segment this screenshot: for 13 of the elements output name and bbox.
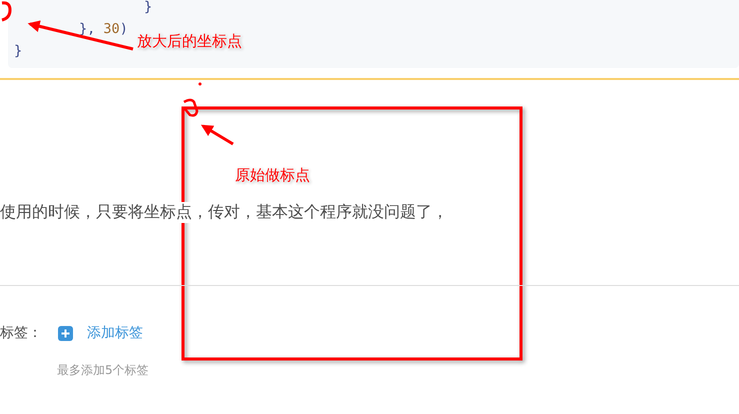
tag-label: 标签：	[0, 324, 42, 342]
add-tag-link[interactable]: 添加标签	[87, 324, 143, 342]
code-line: }	[14, 43, 22, 59]
code-line: }, 30)	[79, 21, 128, 37]
marker-dot	[198, 82, 202, 86]
annotation-label: 原始做标点	[235, 166, 310, 185]
scribble-mark	[183, 98, 198, 117]
annotation-label: 放大后的坐标点	[137, 32, 242, 51]
tag-hint: 最多添加5个标签	[57, 362, 149, 379]
pointer-arrow	[200, 124, 234, 146]
code-line: }	[144, 0, 152, 15]
add-icon[interactable]	[58, 326, 73, 340]
scribble-mark	[2, 1, 12, 22]
